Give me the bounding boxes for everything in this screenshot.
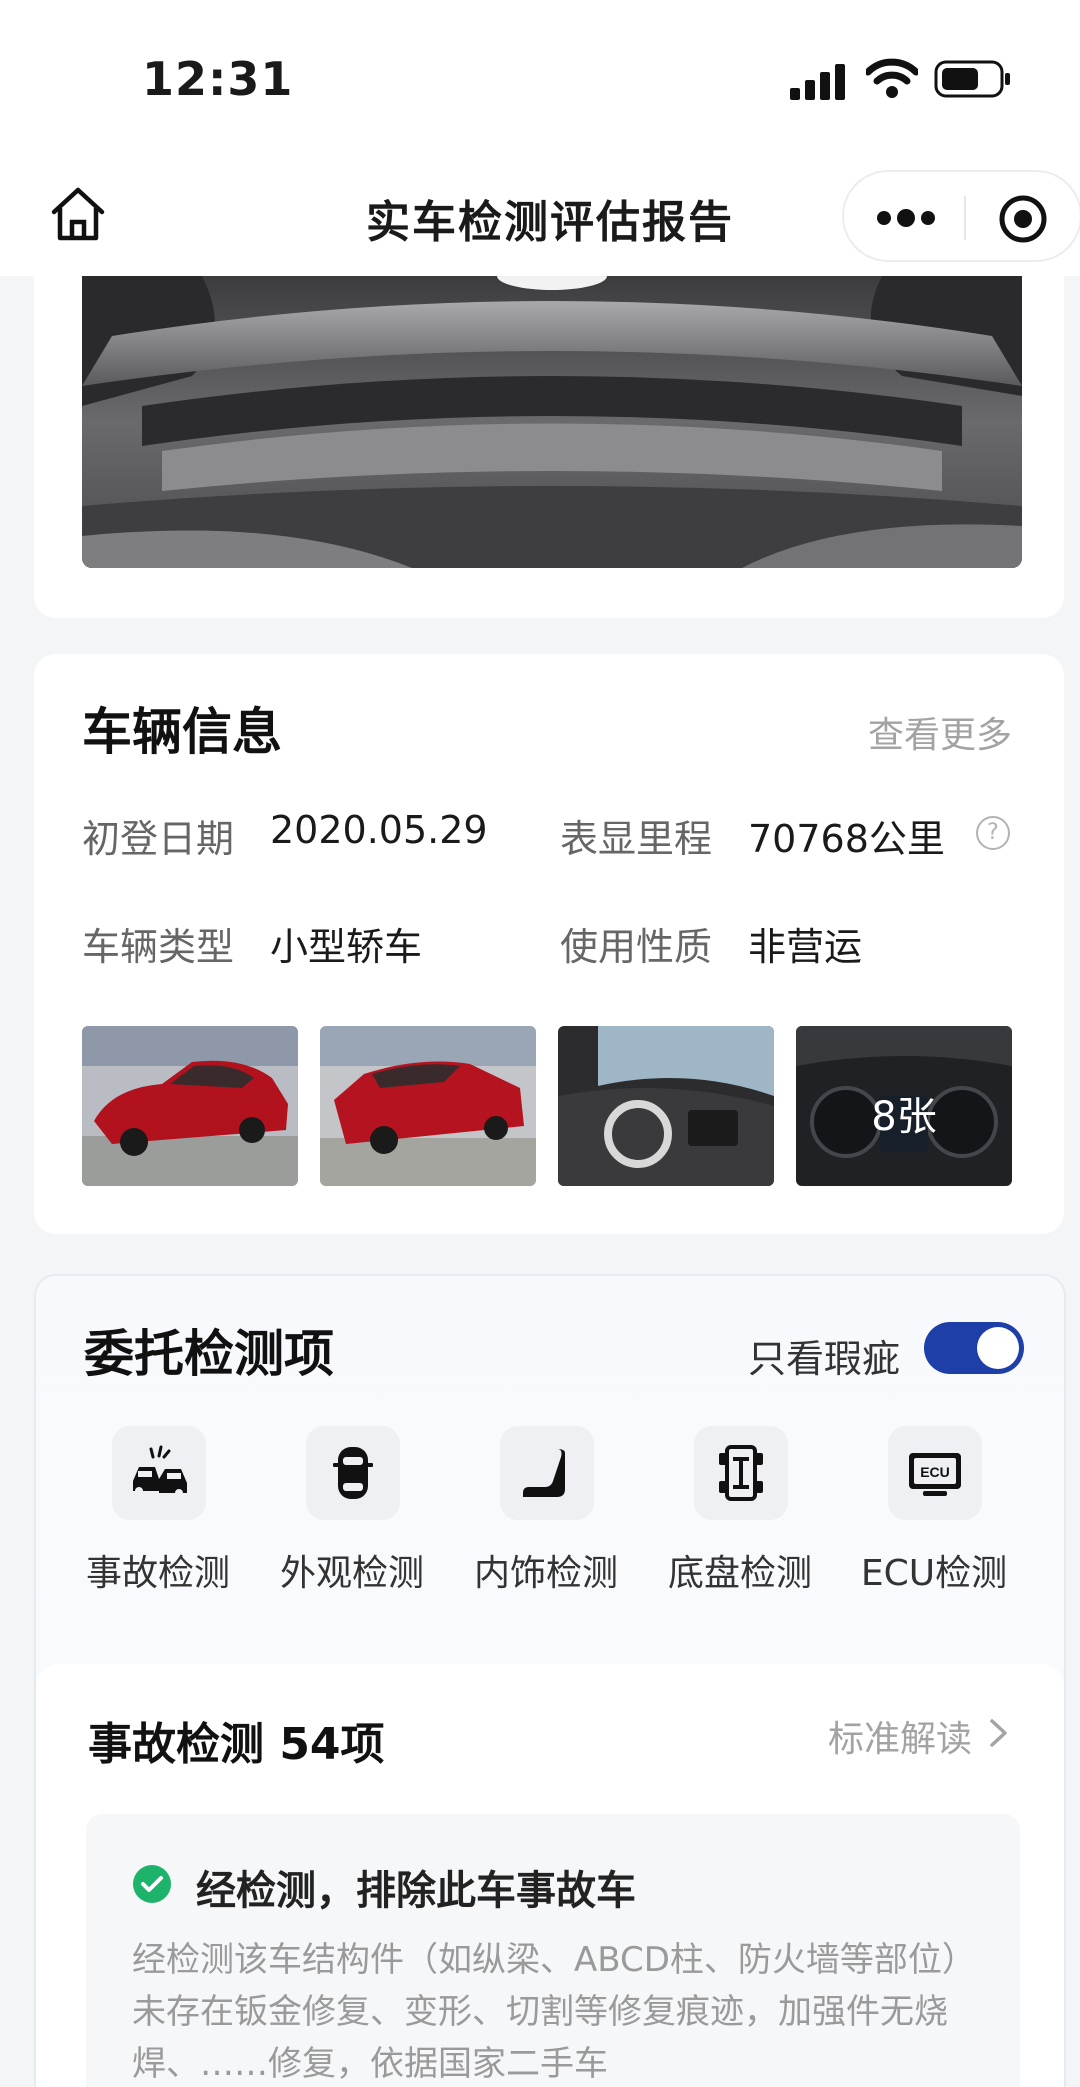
capsule-divider xyxy=(964,196,966,240)
category-icon-box xyxy=(500,1426,594,1520)
view-more-link[interactable]: 查看更多 xyxy=(868,706,1012,758)
mileage-label: 表显里程 xyxy=(560,817,713,861)
first-registration-label: 初登日期 xyxy=(82,817,235,861)
accident-result-box: 经检测，排除此车事故车 经检测该车结构件（如纵梁、ABCD柱、防火墙等部位）未存… xyxy=(86,1814,1020,2087)
help-icon[interactable]: ? xyxy=(976,816,1010,850)
seat-icon xyxy=(523,1449,565,1497)
chevron-right-icon[interactable] xyxy=(988,1718,1010,1748)
category-accident[interactable]: 事故检测 xyxy=(68,1426,248,1596)
car-top-icon xyxy=(333,1447,373,1499)
status-time: 12:31 xyxy=(142,52,294,106)
usage-label: 使用性质 xyxy=(560,925,713,969)
dashboard-photo[interactable] xyxy=(82,276,1022,568)
first-registration-value: 2020.05.29 xyxy=(270,808,488,852)
category-exterior[interactable]: 外观检测 xyxy=(262,1426,442,1596)
category-interior[interactable]: 内饰检测 xyxy=(456,1426,636,1596)
vehicle-photo-thumb[interactable] xyxy=(82,1026,298,1186)
nav-bar: 实车检测评估报告 xyxy=(0,160,1080,276)
vehicle-photo-thumb[interactable] xyxy=(558,1026,774,1186)
section-title-vehicle-info: 车辆信息 xyxy=(82,703,282,761)
category-label: 外观检测 xyxy=(279,1553,424,1594)
mini-program-capsule xyxy=(842,170,1080,262)
category-label: 内饰检测 xyxy=(473,1553,618,1594)
category-label: ECU检测 xyxy=(860,1553,1008,1594)
inspection-photo-card xyxy=(34,276,1064,618)
photo-count: 8张 xyxy=(871,1094,937,1140)
accident-inspection-section: 事故检测 54项 标准解读 经检测，排除此车事故车 经检测该车结构件（如纵梁、A… xyxy=(36,1664,1064,2087)
category-label: 底盘检测 xyxy=(667,1553,812,1594)
category-icon-box xyxy=(694,1426,788,1520)
category-chassis[interactable]: 底盘检测 xyxy=(650,1426,830,1596)
standard-interpretation-link[interactable]: 标准解读 xyxy=(828,1710,972,1762)
accident-result-title: 经检测，排除此车事故车 xyxy=(196,1868,636,1914)
wifi-icon xyxy=(866,58,918,98)
check-circle-icon xyxy=(133,1865,171,1903)
category-icon-box xyxy=(306,1426,400,1520)
category-icon-box xyxy=(112,1426,206,1520)
ecu-icon: ECU xyxy=(909,1453,961,1496)
category-ecu[interactable]: ECU ECU检测 xyxy=(844,1426,1024,1596)
defects-only-label: 只看瑕疵 xyxy=(748,1337,901,1381)
chassis-icon xyxy=(719,1445,763,1501)
battery-icon xyxy=(934,60,1010,98)
category-icon-box: ECU xyxy=(888,1426,982,1520)
toggle-knob xyxy=(977,1327,1019,1369)
usage-value: 非营运 xyxy=(748,925,863,969)
cellular-signal-icon xyxy=(790,64,845,100)
vehicle-photo-thumb-more[interactable]: 8张 xyxy=(796,1026,1012,1186)
car-crash-icon xyxy=(133,1445,187,1497)
mileage-value: 70768公里 xyxy=(748,817,945,861)
accident-inspection-title: 事故检测 54项 xyxy=(88,1719,385,1770)
vehicle-photo-thumb[interactable] xyxy=(320,1026,536,1186)
category-label: 事故检测 xyxy=(85,1553,230,1594)
vehicle-info-card: 车辆信息 查看更多 初登日期 2020.05.29 表显里程 70768公里 ?… xyxy=(34,654,1064,1234)
defects-only-toggle[interactable] xyxy=(924,1322,1024,1374)
status-bar: 12:31 xyxy=(0,0,1080,160)
ecu-icon-text: ECU xyxy=(920,1464,950,1480)
vehicle-type-value: 小型轿车 xyxy=(270,925,423,969)
accident-result-description: 经检测该车结构件（如纵梁、ABCD柱、防火墙等部位）未存在钣金修复、变形、切割等… xyxy=(132,1940,959,2084)
section-title-inspection: 委托检测项 xyxy=(84,1325,334,1383)
more-icon[interactable] xyxy=(874,200,938,236)
vehicle-type-label: 车辆类型 xyxy=(82,925,235,969)
close-mini-program-icon[interactable] xyxy=(998,194,1048,244)
inspection-items-card: 委托检测项 只看瑕疵 事故检测 外观检测 内饰检测 底盘检测 ECU ECU检测… xyxy=(34,1274,1066,2087)
